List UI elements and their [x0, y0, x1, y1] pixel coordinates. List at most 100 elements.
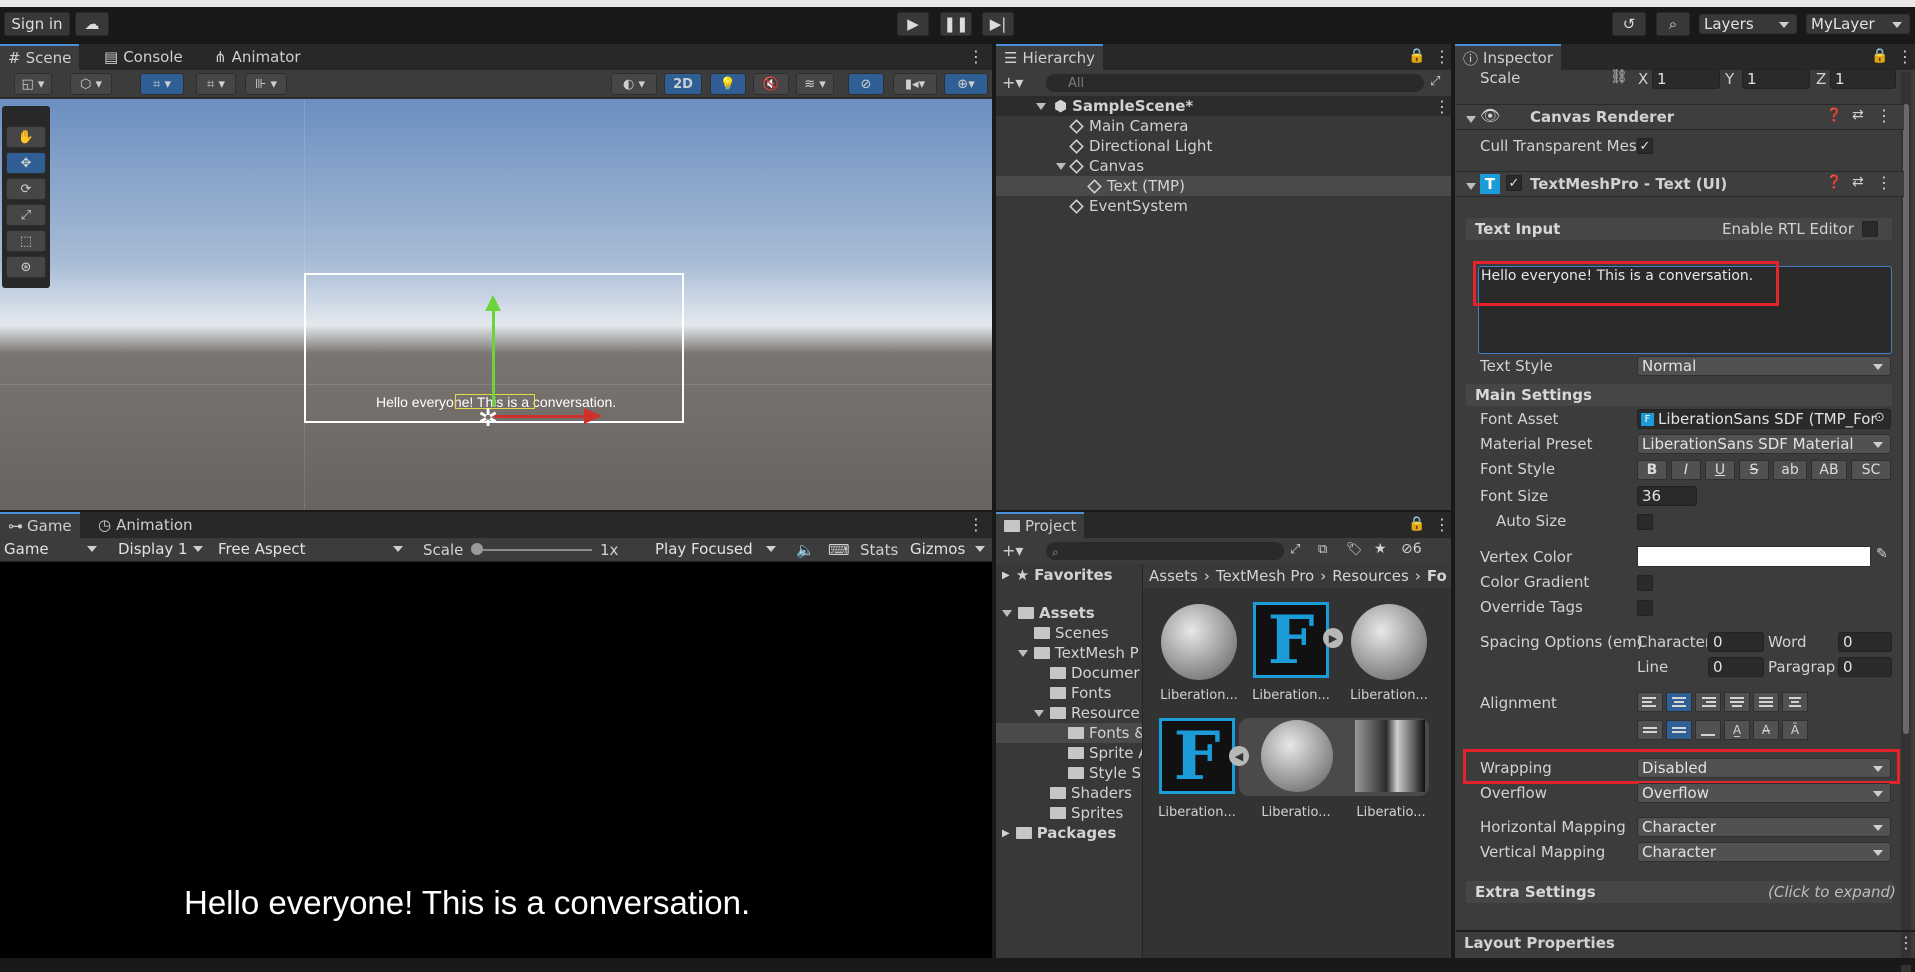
more-options-icon[interactable]: ⋮ — [1898, 933, 1914, 952]
layers-dropdown[interactable]: Layers — [1699, 14, 1797, 34]
preset-icon[interactable]: ⇄ — [1852, 107, 1864, 123]
tab-animator[interactable]: ⋔ Animator — [206, 44, 309, 70]
align-right-button[interactable] — [1695, 692, 1721, 712]
camera-button[interactable]: ▮◂ ▾ — [893, 73, 937, 95]
hierarchy-item-main-camera[interactable]: Main Camera — [1069, 115, 1188, 137]
hierarchy-item-eventsystem[interactable]: EventSystem — [1069, 195, 1188, 217]
cull-checkbox[interactable]: ✓ — [1637, 138, 1653, 154]
cloud-button[interactable]: ☁ — [75, 12, 109, 36]
filter-type-icon[interactable]: ⧉ — [1318, 542, 1327, 557]
align-bottom-button[interactable] — [1695, 720, 1721, 740]
more-options-icon[interactable]: ⋮ — [968, 47, 984, 66]
smallcaps-button[interactable]: SC — [1851, 460, 1891, 480]
tree-documentation[interactable]: Documer — [1050, 662, 1140, 684]
tree-fonts[interactable]: Fonts — [1050, 682, 1111, 704]
hierarchy-item-scene[interactable]: ⬢ SampleScene* — [1036, 95, 1193, 117]
breadcrumb-item[interactable]: Assets — [1149, 567, 1198, 585]
tree-scenes[interactable]: Scenes — [1034, 622, 1109, 644]
tab-project[interactable]: Project — [996, 512, 1085, 538]
tree-textmesh-pro[interactable]: TextMesh P — [1018, 642, 1139, 664]
hierarchy-item-canvas[interactable]: Canvas — [1056, 155, 1144, 177]
history-button[interactable]: ↺ — [1612, 12, 1646, 36]
align-geometry-center-button[interactable] — [1782, 692, 1808, 712]
tree-resources[interactable]: Resource — [1034, 702, 1140, 724]
font-asset-thumbnail[interactable]: F — [1159, 717, 1235, 795]
stats-button[interactable]: Stats — [860, 541, 898, 559]
move-tool[interactable]: ✥ — [6, 152, 46, 174]
gizmos-button[interactable]: ⊕ ▾ — [944, 73, 988, 95]
search-options-icon[interactable]: ⤢ — [1430, 74, 1440, 89]
font-asset-thumbnail[interactable]: F — [1253, 601, 1329, 679]
pause-button[interactable]: ❚❚ — [940, 12, 972, 36]
override-tags-checkbox[interactable] — [1637, 600, 1653, 616]
snap-increment-button[interactable]: ⌗ ▾ — [196, 73, 236, 95]
link-icon[interactable]: ⛓ — [1610, 69, 1628, 85]
tmp-enabled-checkbox[interactable]: ✓ — [1506, 175, 1522, 191]
font-asset-field[interactable]: LiberationSans SDF (TMP_For — [1637, 409, 1891, 429]
tab-animation[interactable]: ◷ Animation — [90, 512, 201, 538]
word-spacing-field[interactable]: 0 — [1838, 632, 1892, 652]
layout-properties-title[interactable]: Layout Properties — [1464, 934, 1615, 952]
paragraph-spacing-field[interactable]: 0 — [1838, 657, 1892, 677]
more-options-icon[interactable]: ⋮ — [1897, 47, 1913, 66]
character-spacing-field[interactable]: 0 — [1708, 632, 1764, 652]
display-dropdown[interactable]: Display 1 — [114, 539, 210, 559]
layout-dropdown[interactable]: MyLayer — [1806, 14, 1910, 34]
uppercase-button[interactable]: AB — [1811, 460, 1847, 480]
rotate-tool[interactable]: ⟳ — [6, 178, 46, 200]
align-middle-button[interactable] — [1666, 720, 1692, 740]
overflow-dropdown[interactable]: Overflow — [1637, 783, 1891, 803]
breadcrumb-item[interactable]: TextMesh Pro — [1216, 567, 1314, 585]
hand-tool[interactable]: ✋ — [6, 126, 46, 148]
tree-assets[interactable]: Assets — [1002, 602, 1095, 624]
scale-tool[interactable]: ⤢ — [6, 204, 46, 226]
align-justify-button[interactable] — [1724, 692, 1750, 712]
search-button[interactable]: ⌕ — [1656, 12, 1690, 36]
ruler-button[interactable]: ⊪ ▾ — [245, 73, 287, 95]
shading-button[interactable]: ◐ ▾ — [611, 73, 657, 95]
align-center-button[interactable] — [1666, 692, 1692, 712]
expand-subasset-icon[interactable]: ▶ — [1323, 628, 1343, 648]
scale-x-field[interactable]: 1 — [1652, 69, 1720, 89]
vmap-dropdown[interactable]: Character — [1637, 842, 1891, 862]
tab-console[interactable]: ▤ Console — [96, 44, 191, 70]
gizmos-dropdown[interactable]: Gizmos — [906, 539, 992, 559]
material-thumbnail[interactable] — [1351, 604, 1427, 680]
render-mode-button[interactable]: ⬡ ▾ — [70, 73, 112, 95]
tree-favorites[interactable]: ▶ ★ Favorites — [1002, 564, 1113, 586]
line-spacing-field[interactable]: 0 — [1708, 657, 1764, 677]
scale-slider-track[interactable] — [472, 549, 592, 551]
favorite-icon[interactable]: ★ — [1374, 541, 1387, 557]
scene-viewport[interactable]: Hello everyone! This is a conversation. … — [0, 99, 992, 510]
object-picker-icon[interactable]: ⊙ — [1874, 410, 1885, 425]
more-options-icon[interactable]: ⋮ — [968, 515, 984, 534]
more-options-icon[interactable]: ⋮ — [1434, 97, 1450, 116]
more-options-icon[interactable]: ⋮ — [1434, 515, 1450, 534]
tab-inspector[interactable]: ⓘ Inspector — [1455, 44, 1561, 70]
align-baseline-button[interactable]: A̲ — [1724, 720, 1750, 740]
bold-button[interactable]: B — [1637, 460, 1667, 480]
filter-label-icon[interactable]: 🏷 — [1346, 542, 1363, 557]
tab-scene[interactable]: # Scene — [0, 44, 80, 70]
hierarchy-search-input[interactable]: All — [1046, 74, 1424, 92]
visibility-toggle[interactable]: ⊘ — [848, 73, 884, 95]
pivot-icon[interactable]: ✲ — [478, 404, 498, 432]
collapse-subasset-icon[interactable]: ◀ — [1229, 746, 1249, 766]
display-mode-dropdown[interactable]: Game — [0, 539, 104, 559]
shortcuts-button[interactable]: ⌨ — [828, 541, 850, 559]
more-options-icon[interactable]: ⋮ — [1876, 106, 1892, 125]
grid-snap-button[interactable]: ⌗ ▾ — [140, 73, 184, 95]
transform-tool[interactable]: ⊛ — [6, 256, 46, 278]
tab-hierarchy[interactable]: ☰ Hierarchy — [996, 44, 1103, 70]
y-axis-handle[interactable] — [492, 307, 495, 407]
mute-audio-button[interactable]: 🔈 — [796, 541, 815, 559]
inspector-scroll-thumb[interactable] — [1903, 104, 1909, 734]
hidden-packages-button[interactable]: ⊘6 — [1401, 541, 1422, 557]
lock-icon[interactable]: 🔒 — [1408, 516, 1425, 532]
project-search-input[interactable]: ⌕ — [1046, 542, 1284, 560]
tree-sprites[interactable]: Sprites — [1050, 802, 1123, 824]
align-flush-button[interactable] — [1753, 692, 1779, 712]
draw-mode-button[interactable]: ◱ ▾ — [14, 73, 52, 95]
rtl-checkbox[interactable] — [1862, 221, 1878, 237]
lighting-toggle[interactable]: 💡 — [710, 73, 746, 95]
